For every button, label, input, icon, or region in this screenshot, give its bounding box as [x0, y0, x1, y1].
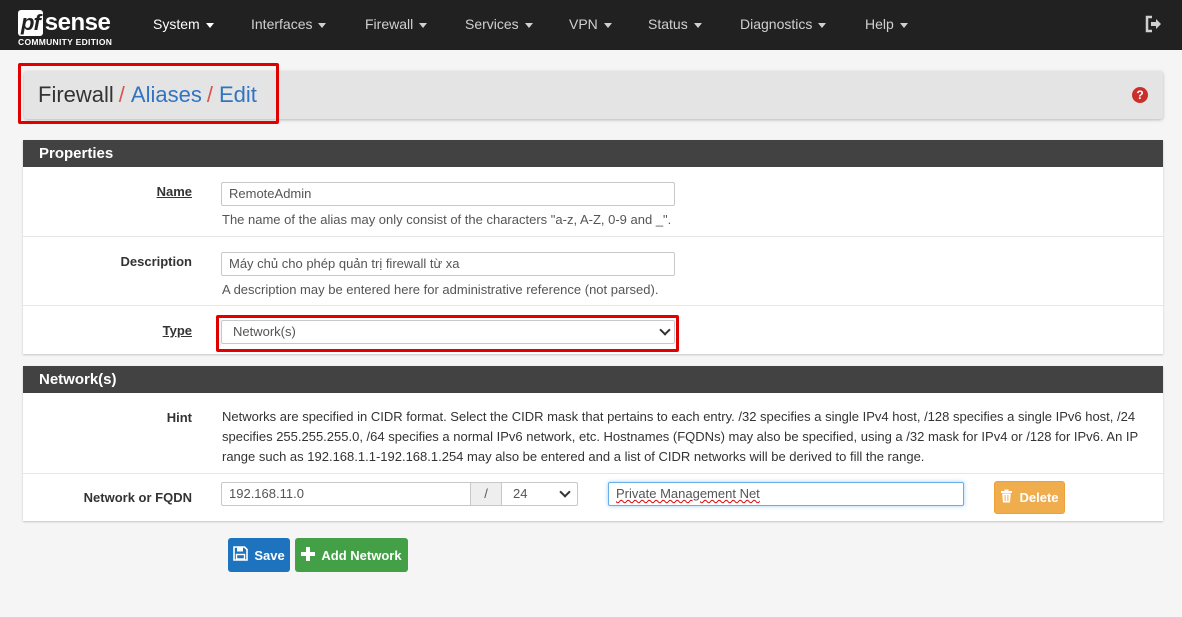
nav-interfaces-menu[interactable]: Interfaces	[251, 0, 327, 50]
caret-down-icon	[524, 22, 533, 28]
networks-panel: Network(s) Hint Networks are specified i…	[23, 366, 1163, 521]
top-navbar: pf sense COMMUNITY EDITION System Interf…	[0, 0, 1182, 50]
description-help-text: A description may be entered here for ad…	[222, 282, 659, 297]
networks-panel-title: Network(s)	[23, 366, 1163, 393]
nav-help-label: Help	[865, 16, 894, 32]
nav-firewall-label: Firewall	[365, 16, 414, 32]
add-network-button[interactable]: Add Network	[295, 538, 408, 572]
caret-down-icon	[419, 22, 428, 28]
network-fqdn-label: Network or FQDN	[83, 490, 192, 505]
delete-button[interactable]: Delete	[994, 481, 1065, 514]
network-description-value: Private Management Net	[616, 486, 760, 501]
save-button-label: Save	[254, 547, 285, 563]
properties-panel-title: Properties	[23, 140, 1163, 167]
chevron-down-icon	[559, 486, 571, 498]
nav-vpn-menu[interactable]: VPN	[569, 0, 612, 50]
caret-down-icon	[603, 22, 612, 28]
breadcrumb-highlight-box	[18, 63, 279, 124]
nav-system-menu[interactable]: System	[153, 0, 214, 50]
cidr-mask-select[interactable]: 24	[501, 482, 578, 506]
nav-firewall-menu[interactable]: Firewall	[365, 0, 428, 50]
description-label: Description	[120, 254, 192, 269]
hint-text: Networks are specified in CIDR format. S…	[222, 409, 1138, 464]
sign-out-icon[interactable]	[1144, 14, 1164, 34]
name-help-text: The name of the alias may only consist o…	[222, 212, 672, 227]
logo-subtitle: COMMUNITY EDITION	[18, 37, 113, 47]
plus-icon	[301, 546, 316, 564]
nav-status-label: Status	[648, 16, 688, 32]
pfsense-logo[interactable]: pf sense COMMUNITY EDITION	[18, 9, 126, 47]
nav-vpn-label: VPN	[569, 16, 598, 32]
network-entry-row: Network or FQDN 192.168.11.0 / 24 Privat…	[23, 473, 1163, 521]
delete-button-label: Delete	[1019, 490, 1059, 505]
type-label: Type	[162, 323, 192, 338]
nav-interfaces-label: Interfaces	[251, 16, 313, 32]
add-network-button-label: Add Network	[321, 547, 402, 563]
cidr-mask-value: 24	[513, 486, 528, 501]
logo-sense-text: sense	[44, 9, 111, 36]
question-circle-icon[interactable]: ?	[1132, 87, 1148, 103]
nav-system-label: System	[153, 16, 200, 32]
nav-help-menu[interactable]: Help	[865, 0, 908, 50]
name-label: Name	[156, 184, 192, 199]
nav-services-label: Services	[465, 16, 519, 32]
floppy-disk-icon	[233, 546, 249, 564]
name-input[interactable]: RemoteAdmin	[221, 182, 675, 206]
network-description-input[interactable]: Private Management Net	[608, 482, 964, 506]
caret-down-icon	[899, 22, 908, 28]
logo-pf-text: pf	[18, 10, 43, 36]
nav-status-menu[interactable]: Status	[648, 0, 702, 50]
network-address-input[interactable]: 192.168.11.0	[221, 482, 471, 506]
description-input[interactable]: Máy chủ cho phép quản trị firewall từ xa	[221, 252, 675, 276]
name-row: Name RemoteAdmin The name of the alias m…	[23, 167, 1163, 236]
caret-down-icon	[818, 22, 827, 28]
cidr-slash-addon: /	[470, 482, 502, 506]
caret-down-icon	[693, 22, 702, 28]
nav-services-menu[interactable]: Services	[465, 0, 533, 50]
caret-down-icon	[318, 22, 327, 28]
type-highlight-box	[216, 315, 679, 352]
nav-diagnostics-menu[interactable]: Diagnostics	[740, 0, 827, 50]
hint-label: Hint	[166, 410, 192, 425]
trash-icon	[1000, 489, 1013, 506]
nav-diagnostics-label: Diagnostics	[740, 16, 813, 32]
description-row: Description Máy chủ cho phép quản trị fi…	[23, 236, 1163, 305]
save-button[interactable]: Save	[228, 538, 290, 572]
hint-row: Hint Networks are specified in CIDR form…	[23, 393, 1163, 473]
caret-down-icon	[205, 22, 214, 28]
